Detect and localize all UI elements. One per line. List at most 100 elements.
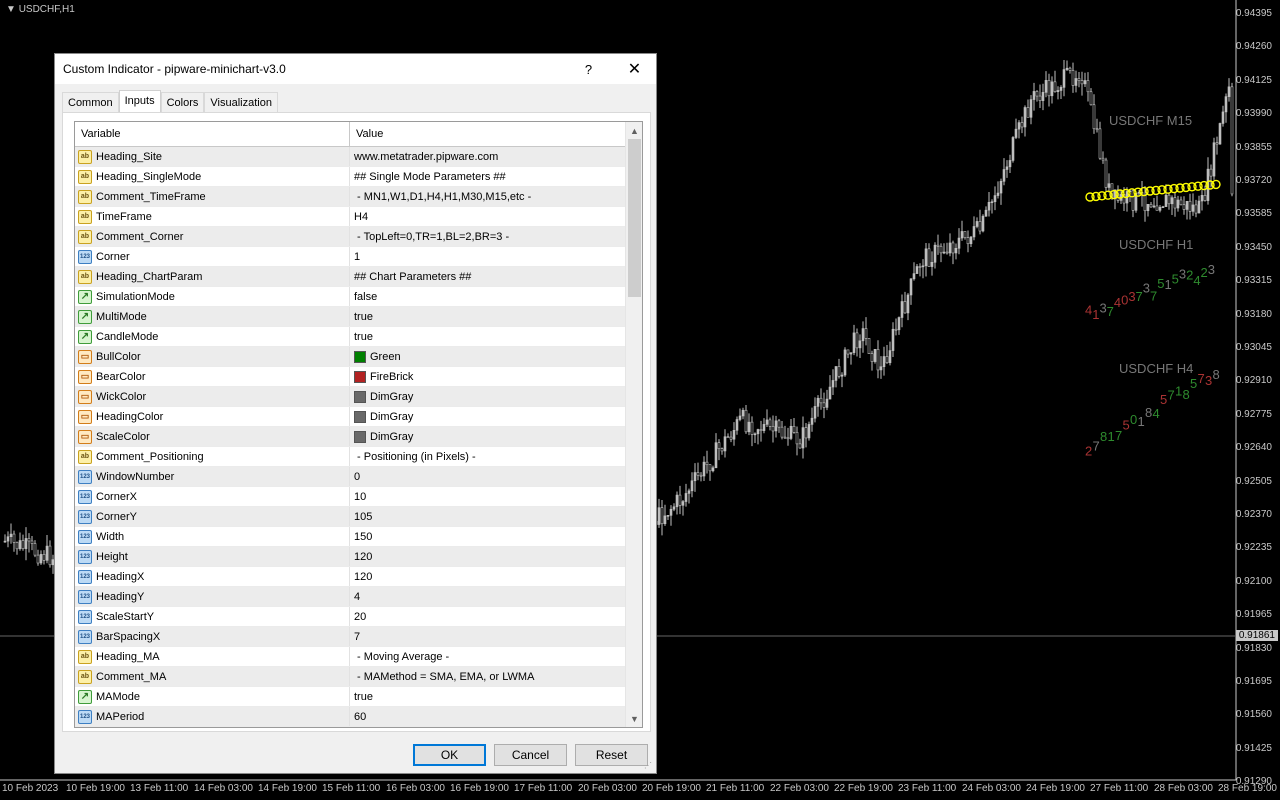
value-cell[interactable]: 4: [350, 587, 625, 606]
candle-body: [1074, 78, 1078, 86]
table-row[interactable]: 123 WindowNumber 0: [75, 467, 625, 487]
value-cell[interactable]: - MN1,W1,D1,H4,H1,M30,M15,etc -: [350, 187, 625, 206]
candle-body: [657, 507, 661, 525]
dialog-titlebar[interactable]: Custom Indicator - pipware-minichart-v3.…: [55, 54, 656, 84]
column-header-value[interactable]: Value: [350, 122, 642, 146]
table-row[interactable]: ab TimeFrame H4: [75, 207, 625, 227]
candle-body: [1062, 69, 1066, 88]
tab-visualization[interactable]: Visualization: [204, 92, 278, 113]
value-cell[interactable]: DimGray: [350, 387, 625, 406]
value-cell[interactable]: - MAMethod = SMA, EMA, or LWMA: [350, 667, 625, 686]
table-row[interactable]: ↗ SimulationMode false: [75, 287, 625, 307]
candle-body: [1179, 199, 1183, 206]
value-cell[interactable]: true: [350, 307, 625, 326]
column-header-variable[interactable]: Variable: [75, 122, 350, 146]
candle-body: [936, 244, 940, 247]
table-row[interactable]: ab Comment_Positioning - Positioning (in …: [75, 447, 625, 467]
value-cell[interactable]: DimGray: [350, 407, 625, 426]
ok-button[interactable]: OK: [413, 744, 486, 766]
string-type-icon: ab: [78, 669, 92, 684]
tab-colors[interactable]: Colors: [160, 92, 205, 113]
value-cell[interactable]: H4: [350, 207, 625, 226]
value-cell[interactable]: 7: [350, 627, 625, 646]
reset-button[interactable]: Reset: [575, 744, 648, 766]
vertical-scrollbar[interactable]: ▲ ▼: [625, 122, 642, 727]
help-button[interactable]: ?: [566, 54, 611, 84]
value-cell[interactable]: 20: [350, 607, 625, 626]
table-row[interactable]: ab Comment_MA - MAMethod = SMA, EMA, or L…: [75, 667, 625, 687]
scrollbar-thumb[interactable]: [628, 139, 641, 297]
table-row[interactable]: ab Heading_MA - Moving Average -: [75, 647, 625, 667]
value-cell[interactable]: 1: [350, 247, 625, 266]
table-row[interactable]: ab Comment_TimeFrame - MN1,W1,D1,H4,H1,M3…: [75, 187, 625, 207]
table-row[interactable]: ab Heading_Site www.metatrader.pipware.com: [75, 147, 625, 167]
table-row[interactable]: ab Heading_ChartParam ## Chart Parameters …: [75, 267, 625, 287]
candle-body: [1050, 81, 1054, 97]
table-row[interactable]: 123 HeadingX 120: [75, 567, 625, 587]
table-row[interactable]: ▭ ScaleColor DimGray: [75, 427, 625, 447]
scroll-up-icon[interactable]: ▲: [626, 122, 642, 139]
candle-body: [759, 429, 763, 431]
candle-body: [966, 237, 970, 245]
table-row[interactable]: 123 Corner 1: [75, 247, 625, 267]
table-row[interactable]: 123 BarSpacingX 7: [75, 627, 625, 647]
table-row[interactable]: ab Comment_Corner - TopLeft=0,TR=1,BL=2,B…: [75, 227, 625, 247]
value-cell[interactable]: true: [350, 687, 625, 706]
mini-candle-glyph: 5: [1190, 376, 1197, 391]
cancel-button[interactable]: Cancel: [494, 744, 567, 766]
tab-inputs[interactable]: Inputs: [118, 90, 161, 113]
table-row[interactable]: ↗ MultiMode true: [75, 307, 625, 327]
candle-body: [735, 419, 739, 431]
value-cell[interactable]: 150: [350, 527, 625, 546]
table-row[interactable]: ↗ CandleMode true: [75, 327, 625, 347]
value-cell[interactable]: true: [350, 327, 625, 346]
value-cell[interactable]: - Positioning (in Pixels) -: [350, 447, 625, 466]
table-row[interactable]: ▭ BearColor FireBrick: [75, 367, 625, 387]
value-cell[interactable]: 105: [350, 507, 625, 526]
value-cell[interactable]: - TopLeft=0,TR=1,BL=2,BR=3 -: [350, 227, 625, 246]
value-cell[interactable]: 60: [350, 707, 625, 726]
candle-body: [930, 262, 934, 267]
candle-body: [30, 540, 34, 544]
table-row[interactable]: 123 MAPeriod 60: [75, 707, 625, 727]
table-row[interactable]: 123 Width 150: [75, 527, 625, 547]
value-cell[interactable]: 10: [350, 487, 625, 506]
table-row[interactable]: 123 CornerY 105: [75, 507, 625, 527]
candle-body: [1161, 206, 1165, 208]
value-cell[interactable]: 120: [350, 567, 625, 586]
value-cell[interactable]: www.metatrader.pipware.com: [350, 147, 625, 166]
candle-body: [12, 533, 16, 543]
close-icon[interactable]: ✕: [612, 54, 657, 84]
table-row[interactable]: 123 HeadingY 4: [75, 587, 625, 607]
candle-body: [1071, 70, 1075, 86]
table-row[interactable]: ▭ HeadingColor DimGray: [75, 407, 625, 427]
scroll-down-icon[interactable]: ▼: [626, 710, 642, 727]
table-row[interactable]: 123 Height 120: [75, 547, 625, 567]
candle-body: [720, 448, 724, 452]
table-row[interactable]: 123 CornerX 10: [75, 487, 625, 507]
value-cell[interactable]: FireBrick: [350, 367, 625, 386]
tab-common[interactable]: Common: [62, 92, 119, 113]
value-cell[interactable]: ## Single Mode Parameters ##: [350, 167, 625, 186]
table-row[interactable]: ▭ BullColor Green: [75, 347, 625, 367]
value-cell[interactable]: - Moving Average -: [350, 647, 625, 666]
value-cell[interactable]: 120: [350, 547, 625, 566]
resize-grip-icon[interactable]: ⋰: [644, 761, 654, 771]
table-row[interactable]: ab Heading_SingleMode ## Single Mode Param…: [75, 167, 625, 187]
table-row[interactable]: 123 ScaleStartY 20: [75, 607, 625, 627]
value-cell[interactable]: DimGray: [350, 427, 625, 446]
value-cell[interactable]: Green: [350, 347, 625, 366]
time-tick-label: 16 Feb 19:00: [450, 783, 509, 794]
candle-body: [1221, 111, 1225, 124]
value-cell[interactable]: false: [350, 287, 625, 306]
boolean-type-icon: ↗: [78, 289, 92, 304]
chart-menu-arrow-icon[interactable]: ▼: [6, 4, 16, 15]
table-row[interactable]: ↗ MAMode true: [75, 687, 625, 707]
value-text: DimGray: [370, 410, 414, 423]
value-cell[interactable]: 0: [350, 467, 625, 486]
mini-candle-glyph: 4: [1114, 295, 1121, 310]
table-row[interactable]: ▭ WickColor DimGray: [75, 387, 625, 407]
value-cell[interactable]: ## Chart Parameters ##: [350, 267, 625, 286]
candle-body: [792, 425, 796, 433]
color-swatch: [354, 350, 366, 363]
